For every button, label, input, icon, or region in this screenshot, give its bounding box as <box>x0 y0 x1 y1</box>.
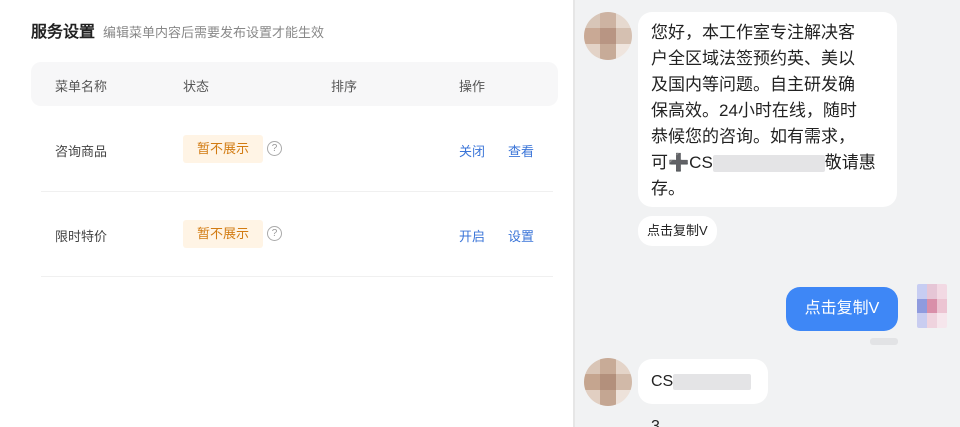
table-row: 咨询商品 暂不展示 ? 关闭 查看 <box>41 107 553 192</box>
settings-button[interactable]: 设置 <box>508 226 534 245</box>
close-button[interactable]: 关闭 <box>459 141 485 160</box>
incoming-message-bubble: CS 3 <box>638 359 768 427</box>
quick-reply-copy-button[interactable]: 点击复制V <box>638 216 717 246</box>
column-header-sort: 排序 <box>331 79 358 94</box>
help-icon[interactable]: ? <box>267 141 282 156</box>
outgoing-message-bubble: 点击复制V <box>786 287 898 331</box>
message-text: 可 <box>651 153 668 172</box>
plus-icon: ➕ <box>668 153 690 172</box>
message-line: 户全区域法签预约英、美以 <box>651 49 855 68</box>
sender-avatar <box>584 12 632 60</box>
menu-name-cell: 限时特价 <box>55 229 108 244</box>
message-status-indicator <box>870 338 898 345</box>
incoming-message-bubble: 您好，本工作室专注解决客 户全区域法签预约英、美以 及国内等问题。自主研发确 保… <box>638 12 897 207</box>
menu-name-cell: 咨询商品 <box>55 144 108 159</box>
message-line: 可➕CS 敬请惠 <box>651 150 884 176</box>
column-header-actions: 操作 <box>459 79 486 94</box>
table-header: 菜单名称 状态 排序 操作 <box>31 62 558 106</box>
settings-header: 服务设置 编辑菜单内容后需要发布设置才能生效 <box>31 18 324 42</box>
message-text: 敬请惠 <box>824 153 876 172</box>
message-text: CS <box>651 373 674 390</box>
message-text: 3 <box>651 418 660 427</box>
message-line: 及国内等问题。自主研发确 <box>651 75 855 94</box>
redacted-contact <box>673 373 752 390</box>
page-subtitle: 编辑菜单内容后需要发布设置才能生效 <box>103 25 325 40</box>
column-header-menu-name: 菜单名称 <box>55 79 108 94</box>
message-line: 您好，本工作室专注解决客 <box>651 23 855 42</box>
user-avatar <box>917 284 947 328</box>
message-line: 恭候您的咨询。如有需求， <box>651 127 855 146</box>
view-button[interactable]: 查看 <box>508 141 534 160</box>
status-badge: 暂不展示 <box>183 135 263 163</box>
help-icon[interactable]: ? <box>267 226 282 241</box>
sender-avatar <box>584 358 632 406</box>
chat-panel: 您好，本工作室专注解决客 户全区域法签预约英、美以 及国内等问题。自主研发确 保… <box>575 0 960 427</box>
message-line: 保高效。24小时在线，随时 <box>651 101 857 120</box>
page-title: 服务设置 <box>31 24 96 41</box>
service-settings-panel: 服务设置 编辑菜单内容后需要发布设置才能生效 菜单名称 状态 排序 操作 咨询商… <box>0 0 573 427</box>
message-text: CS <box>689 153 713 172</box>
redacted-contact <box>712 155 825 173</box>
message-line: 存。 <box>651 179 685 198</box>
table-row: 限时特价 暂不展示 ? 开启 设置 <box>41 192 553 277</box>
column-header-status: 状态 <box>183 79 210 94</box>
status-badge: 暂不展示 <box>183 220 263 248</box>
enable-button[interactable]: 开启 <box>459 226 485 245</box>
